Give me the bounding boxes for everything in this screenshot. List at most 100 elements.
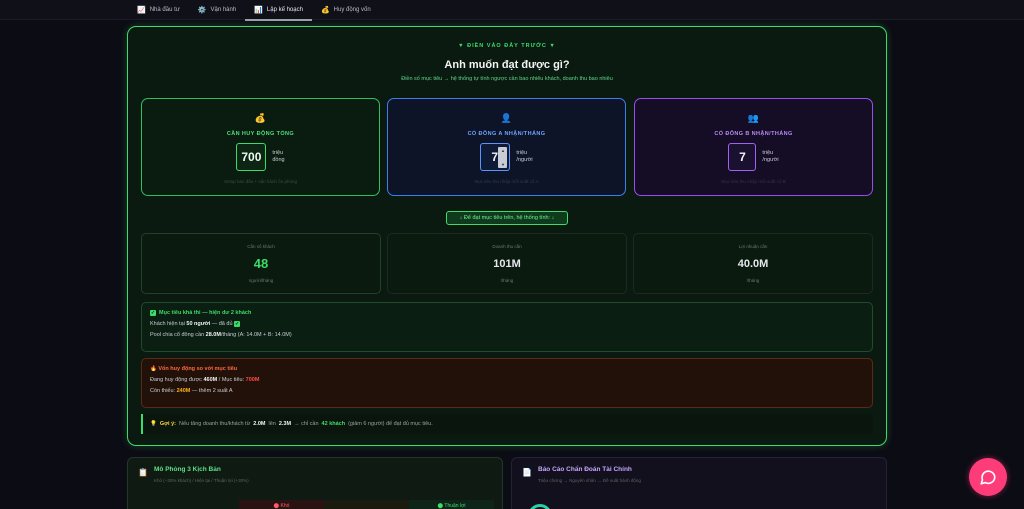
- tab-operations[interactable]: ⚙️ Vận hành: [189, 0, 245, 20]
- money-bag-icon: 💰: [320, 7, 330, 14]
- scenario-hard[interactable]: ⬤ Khó: [239, 500, 324, 509]
- result-label: Doanh thu cần: [492, 244, 522, 249]
- unit-line: /người: [762, 157, 779, 163]
- card-title: CỔ ĐÔNG B NHẬN/THÁNG: [714, 131, 793, 137]
- panel-title: Mô Phỏng 3 Kịch Bản: [154, 466, 221, 473]
- result-unit: /tháng: [746, 278, 760, 283]
- text: — thêm 2 suất A: [191, 388, 233, 394]
- person-icon: 👤: [500, 113, 513, 123]
- unit-line: triệu: [762, 150, 774, 156]
- card-shareholder-b: 👥 CỔ ĐÔNG B NHẬN/THÁNG 7 triệu /người Mụ…: [634, 98, 873, 196]
- diagnosis-panel: 📄 Báo Cáo Chẩn Đoán Tài Chính Triệu chứn…: [511, 457, 887, 509]
- bar-chart-icon: 📊: [254, 7, 263, 14]
- money-bag-icon: 💰: [254, 113, 267, 123]
- missing-value: 240M: [176, 388, 191, 394]
- funding-gap-box: 🔥 Vốn huy động so với mục tiêu Đang huy …: [141, 358, 873, 408]
- text: /tháng (A: 14.0M + B: 14.0M): [220, 332, 292, 338]
- unit-line: đồng: [272, 157, 285, 163]
- feasibility-line: Khách hiện tại 50 người — đã đủ ✓: [150, 321, 864, 327]
- number-stepper[interactable]: ▲ ▼: [498, 147, 508, 168]
- card-note: Setup ban đầu + vận hành ổn phòng: [224, 179, 297, 184]
- card-shareholder-a: 👤 CỔ ĐÔNG A NHẬN/THÁNG 7 ▲ ▼ triệu /ngườ…: [387, 98, 626, 196]
- chat-button[interactable]: [969, 458, 1007, 496]
- tab-label: Nhà đầu tư: [149, 7, 180, 13]
- card-title: CẦN HUY ĐỘNG TỔNG: [226, 131, 295, 137]
- result-label: Lợi nhuận cần: [738, 244, 768, 249]
- unit-line: triệu: [272, 150, 284, 156]
- page-title: Anh muốn đạt được gì?: [444, 59, 570, 71]
- score-ring: [528, 504, 552, 509]
- tab-planning[interactable]: 📊 Lập kế hoạch: [245, 0, 312, 21]
- top-nav: 📈 Nhà đầu tư ⚙️ Vận hành 📊 Lập kế hoạch …: [0, 0, 1024, 21]
- suggestion-label: Gợi ý:: [159, 421, 176, 427]
- value: 42 khách: [321, 421, 346, 427]
- scenario-good[interactable]: ⬤ Thuận lợi: [409, 500, 494, 509]
- check-icon: ✓: [234, 321, 241, 327]
- result-label: Cần số khách: [247, 244, 275, 249]
- text: / Mục tiêu:: [218, 377, 245, 383]
- unit-line: /người: [516, 157, 533, 163]
- scenario-current[interactable]: [324, 500, 409, 509]
- card-total-funding: 💰 CẦN HUY ĐỘNG TỔNG 700 triệu đồng Setup…: [141, 98, 380, 196]
- stepper-down-icon[interactable]: ▼: [501, 162, 505, 167]
- panel-subtitle: Khó (−30% khách) / Hiện tại / Thuận lợi …: [154, 478, 249, 483]
- chart-up-icon: 📈: [137, 7, 146, 14]
- gear-icon: ⚙️: [197, 7, 207, 14]
- tab-label: Vận hành: [210, 7, 237, 13]
- unit-label: triệu /người: [762, 150, 778, 164]
- funding-line: Còn thiếu: 240M — thêm 2 suất A: [150, 388, 864, 394]
- total-funding-input[interactable]: 700: [236, 143, 267, 171]
- lightbulb-icon: 💡: [150, 421, 157, 427]
- panel-title: Báo Cáo Chẩn Đoán Tài Chính: [538, 466, 632, 473]
- calc-divider-badge: ↓ Để đạt mục tiêu trên, hệ thống tính: ↓: [446, 211, 568, 225]
- result-unit: /tháng: [500, 278, 514, 283]
- text: (giảm 6 người) để đạt đủ mục tiêu.: [348, 421, 433, 427]
- scenario-panel: 📋 Mô Phỏng 3 Kịch Bản Khó (−30% khách) /…: [127, 457, 503, 509]
- unit-line: triệu: [516, 150, 528, 156]
- feasibility-title: Mục tiêu khả thi — hiện dư 2 khách: [159, 310, 252, 316]
- funding-gap-title: 🔥 Vốn huy động so với mục tiêu: [150, 366, 238, 372]
- result-profit: Lợi nhuận cần 40.0M /tháng: [633, 233, 873, 294]
- card-note: Mục tiêu thu nhập mỗi suất cổ A: [474, 179, 539, 184]
- input-value: 7: [491, 150, 499, 164]
- goal-planner-panel: ▼ ĐIỀN VÀO ĐÂY TRƯỚC ▼ Anh muốn đạt được…: [127, 26, 887, 446]
- value: 2.3M: [278, 421, 292, 427]
- card-title: CỔ ĐÔNG A NHẬN/THÁNG: [467, 131, 546, 137]
- text: lên: [268, 421, 276, 427]
- tab-label: Huy động vốn: [333, 7, 371, 13]
- funding-line: Đang huy động được 460M / Mục tiêu: 700M: [150, 377, 864, 383]
- shareholder-a-input[interactable]: 7 ▲ ▼: [480, 143, 511, 171]
- fill-hint: ▼ ĐIỀN VÀO ĐÂY TRƯỚC ▼: [458, 43, 556, 49]
- raised-value: 460M: [203, 377, 218, 383]
- tab-investor[interactable]: 📈 Nhà đầu tư: [128, 0, 189, 20]
- shareholder-b-input[interactable]: 7: [728, 143, 757, 171]
- chat-bubble-icon: [980, 470, 996, 485]
- tab-fundraising[interactable]: 💰 Huy động vốn: [312, 0, 380, 20]
- check-icon: ✓: [150, 310, 156, 316]
- result-unit: người/tháng: [248, 278, 274, 283]
- text: — đã đủ: [211, 321, 233, 327]
- text: Khách hiện tại: [150, 321, 185, 327]
- text: Còn thiếu:: [150, 388, 176, 394]
- page-subtitle: Điền số mục tiêu → hệ thống tự tính ngượ…: [401, 76, 613, 82]
- text: Nếu tăng doanh thu/khách từ: [179, 421, 251, 427]
- feasibility-line: Pool chia cổ đông cần 28.0M/tháng (A: 14…: [150, 332, 864, 338]
- value: 2.0M: [253, 421, 266, 427]
- result-value: 101M: [493, 258, 521, 270]
- tab-label: Lập kế hoạch: [266, 7, 303, 13]
- unit-label: triệu đồng: [272, 150, 284, 164]
- scenario-strip: ⬤ Khó ⬤ Thuận lợi: [239, 500, 494, 509]
- result-revenue: Doanh thu cần 101M /tháng: [387, 233, 627, 294]
- panel-subtitle: Triệu chứng → Nguyên nhân → Đề xuất hành…: [538, 478, 641, 483]
- document-icon: 📄: [522, 468, 532, 477]
- result-customers: Cần số khách 48 người/tháng: [141, 233, 381, 294]
- people-icon: 👥: [747, 113, 760, 123]
- result-value: 48: [253, 256, 269, 271]
- feasibility-box: ✓ Mục tiêu khả thi — hiện dư 2 khách Khác…: [141, 302, 873, 352]
- text: Pool chia cổ đông cần: [150, 332, 205, 338]
- current-customers-value: 50 người: [186, 321, 211, 327]
- card-note: Mục tiêu thu nhập mỗi suất cổ B: [721, 179, 786, 184]
- target-value: 700M: [245, 377, 260, 383]
- result-value: 40.0M: [737, 258, 769, 270]
- stepper-up-icon[interactable]: ▲: [501, 148, 505, 153]
